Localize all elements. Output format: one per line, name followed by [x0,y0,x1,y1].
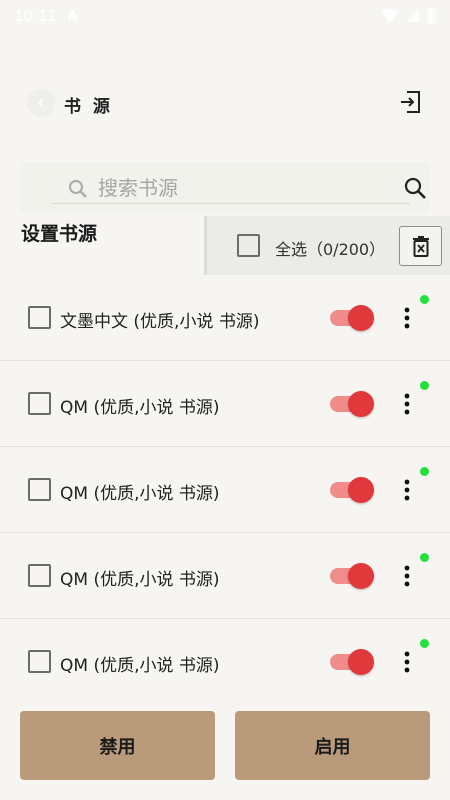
source-list: 文墨中文 (优质,小说 书源) QM (优质,小说 书源) QM (优质,小说 … [0,275,450,705]
enable-toggle[interactable] [330,391,374,417]
enable-toggle[interactable] [330,477,374,503]
row-checkbox[interactable] [28,564,51,587]
battery-icon [427,8,436,24]
status-dot [420,639,429,648]
search-field-icon [69,180,87,198]
source-name: 文墨中文 (优质,小说 书源) [60,312,260,332]
more-vert-icon[interactable] [400,306,414,330]
status-dot [420,295,429,304]
back-button[interactable] [27,89,55,117]
more-vert-icon[interactable] [400,392,414,416]
more-vert-icon[interactable] [400,478,414,502]
more-vert-icon[interactable] [400,564,414,588]
status-time: 10:11 [14,7,58,25]
source-name: QM (优质,小说 书源) [60,398,220,418]
search-bar [20,162,430,212]
list-item[interactable]: QM (优质,小说 书源) [0,361,450,447]
source-name: QM (优质,小说 书源) [60,484,220,504]
row-checkbox[interactable] [28,478,51,501]
search-icon[interactable] [403,176,427,200]
list-item[interactable]: 文墨中文 (优质,小说 书源) [0,275,450,361]
status-dot [420,381,429,390]
list-item[interactable]: QM (优质,小说 书源) [0,533,450,619]
page-title: 书 源 [64,97,113,117]
select-all-bar: 全选（0/200） [204,216,450,275]
enable-button[interactable]: 启用 [235,711,430,780]
section-title: 设置书源 [21,223,98,245]
disable-button[interactable]: 禁用 [20,711,215,780]
source-name: QM (优质,小说 书源) [60,656,220,676]
more-vert-icon[interactable] [400,650,414,674]
chevron-left-icon [37,98,44,108]
row-checkbox[interactable] [28,392,51,415]
select-all-label[interactable]: 全选（0/200） [275,236,385,260]
enable-toggle[interactable] [330,563,374,589]
search-underline [52,203,410,204]
row-checkbox[interactable] [28,650,51,673]
bottom-action-bar: 禁用 启用 [0,708,450,800]
wifi-icon [381,9,399,22]
enable-toggle[interactable] [330,305,374,331]
delete-button[interactable] [399,226,442,266]
enable-toggle[interactable] [330,649,374,675]
delete-icon [412,236,429,257]
import-icon [401,91,420,113]
import-button[interactable] [398,89,424,115]
app-notification-icon: A [67,8,78,24]
search-input[interactable] [98,174,388,202]
status-bar: 10:11 A [0,0,450,32]
list-item[interactable]: QM (优质,小说 书源) [0,447,450,533]
list-item[interactable]: QM (优质,小说 书源) [0,619,450,705]
app-header: 书 源 [0,80,450,126]
source-name: QM (优质,小说 书源) [60,570,220,590]
signal-icon [407,10,419,22]
row-checkbox[interactable] [28,306,51,329]
select-all-checkbox[interactable] [237,234,260,257]
status-dot [420,467,429,476]
status-dot [420,553,429,562]
